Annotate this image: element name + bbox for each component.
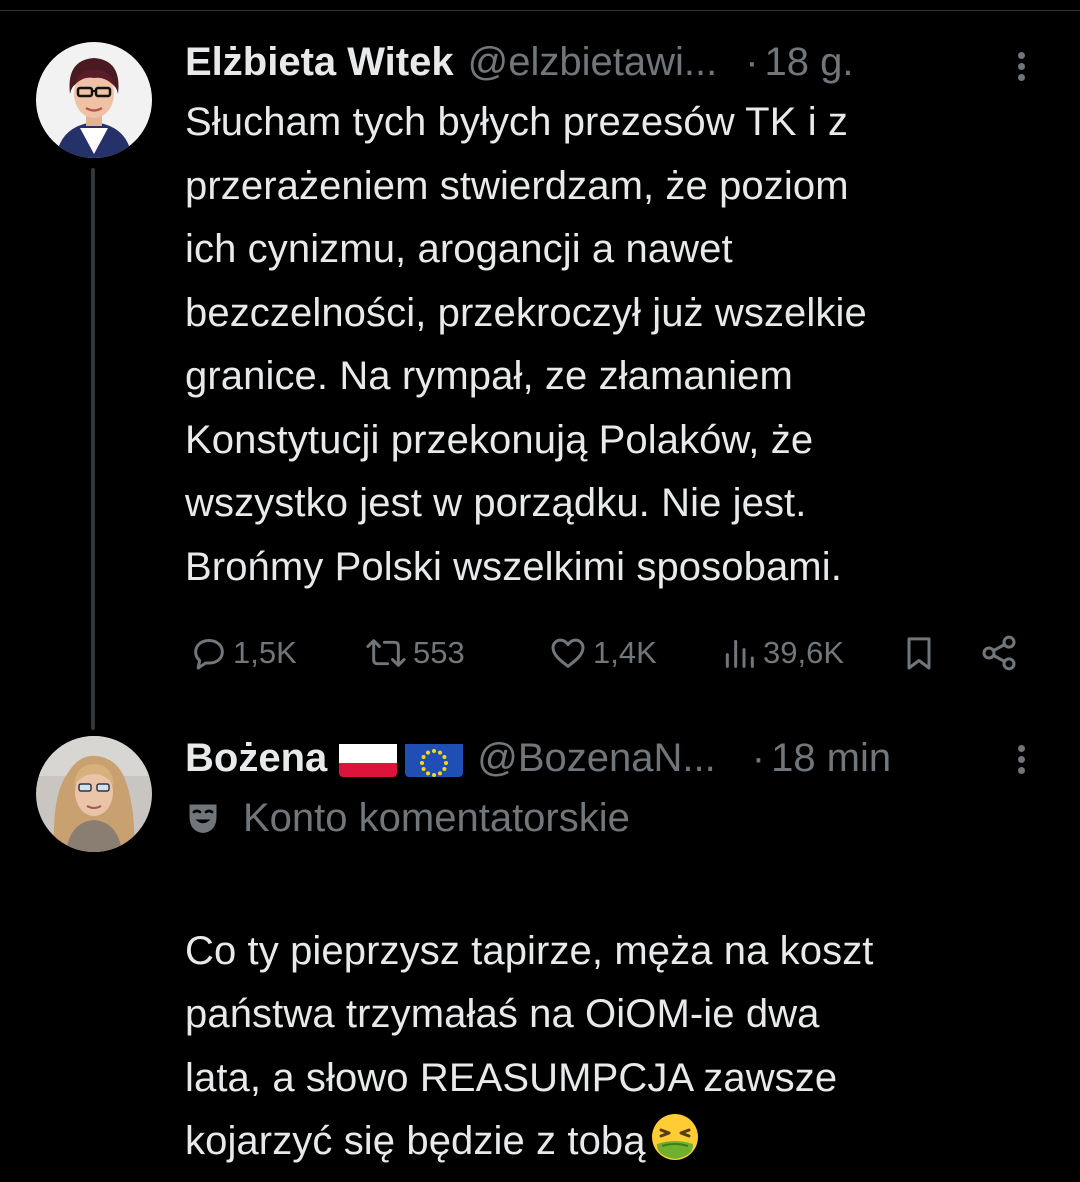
like-button[interactable]: 1,4K bbox=[547, 628, 657, 678]
tweet-actions: 1,5K 553 1,4K 39,6K bbox=[185, 628, 1035, 678]
timestamp[interactable]: 18 min bbox=[771, 728, 891, 788]
views-button[interactable]: 39,6K bbox=[719, 628, 844, 678]
retweet-icon bbox=[366, 639, 406, 667]
reply-button[interactable]: 1,5K bbox=[189, 628, 297, 678]
top-divider bbox=[0, 10, 1080, 11]
view-count: 39,6K bbox=[763, 635, 845, 670]
tweet-text-body: Co ty pieprzysz tapirze, męża na koszt p… bbox=[185, 928, 874, 1164]
avatar[interactable] bbox=[36, 736, 152, 852]
share-button[interactable] bbox=[979, 628, 1023, 678]
retweet-count: 553 bbox=[413, 635, 465, 670]
more-icon[interactable] bbox=[1012, 739, 1032, 779]
bookmark-icon bbox=[907, 637, 931, 670]
avatar[interactable] bbox=[36, 42, 152, 158]
tweet-header: Bożena @BozenaN... · 18 min bbox=[185, 728, 891, 788]
poland-flag-icon bbox=[339, 739, 398, 777]
like-count: 1,4K bbox=[593, 635, 657, 670]
retweet-button[interactable]: 553 bbox=[363, 628, 465, 678]
reply-icon bbox=[194, 639, 224, 670]
reply-count: 1,5K bbox=[233, 635, 297, 670]
views-icon bbox=[725, 639, 754, 668]
author-name[interactable]: Elżbieta Witek bbox=[185, 32, 454, 92]
thread-connector-line bbox=[91, 168, 95, 730]
separator-dot: · bbox=[745, 40, 759, 84]
nauseated-face-emoji bbox=[650, 1112, 700, 1162]
separator-dot: · bbox=[751, 736, 766, 780]
author-handle[interactable]: @BozenaN... bbox=[477, 728, 716, 788]
eu-flag-icon bbox=[405, 739, 464, 777]
tweet-header: Elżbieta Witek @elzbietawi... · 18 g. bbox=[185, 32, 853, 92]
author-handle[interactable]: @elzbietawi... bbox=[468, 32, 718, 92]
account-label[interactable]: Konto komentatorskie bbox=[185, 790, 630, 846]
account-label-text: Konto komentatorskie bbox=[243, 795, 630, 840]
tweet-text: Co ty pieprzysz tapirze, męża na koszt p… bbox=[185, 856, 1065, 1174]
theater-masks-icon bbox=[189, 804, 217, 833]
author-name[interactable]: Bożena bbox=[185, 728, 327, 788]
more-icon[interactable] bbox=[1012, 46, 1032, 86]
bookmark-button[interactable] bbox=[899, 628, 943, 678]
timestamp[interactable]: 18 g. bbox=[765, 32, 854, 92]
like-icon bbox=[551, 638, 585, 668]
tweet-text: Słucham tych byłych prezesów TK i z prze… bbox=[185, 100, 867, 589]
share-icon bbox=[982, 635, 1016, 671]
